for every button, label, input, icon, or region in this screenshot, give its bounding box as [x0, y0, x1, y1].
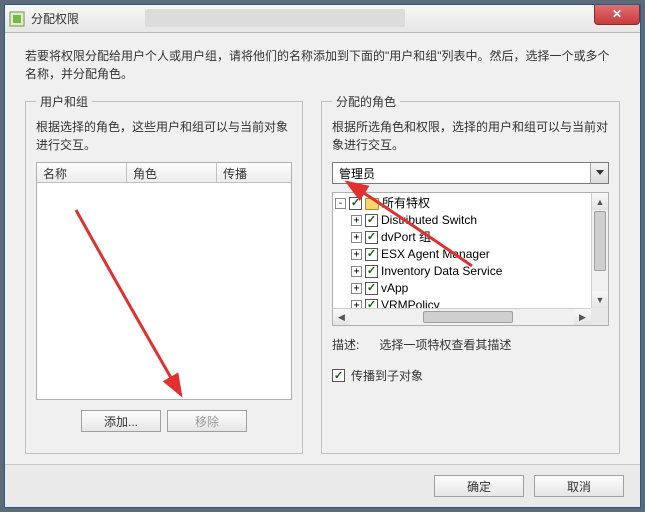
description-value: 选择一项特权查看其描述: [379, 336, 511, 353]
propagate-label: 传播到子对象: [351, 367, 423, 384]
expand-icon[interactable]: +: [351, 215, 362, 226]
privileges-tree[interactable]: - 所有特权 + Distributed Switch + dvPort 组 + ES…: [332, 192, 609, 326]
checkbox[interactable]: [365, 214, 378, 227]
checkbox[interactable]: [365, 265, 378, 278]
tree-item-label: Distributed Switch: [381, 212, 477, 229]
users-groups-legend: 用户和组: [36, 93, 92, 110]
tree-content: - 所有特权 + Distributed Switch + dvPort 组 + ES…: [333, 193, 608, 326]
expand-icon[interactable]: +: [351, 232, 362, 243]
add-button[interactable]: 添加...: [81, 410, 161, 432]
column-role[interactable]: 角色: [127, 163, 217, 182]
scroll-up-icon[interactable]: ▲: [592, 193, 608, 210]
privilege-description-row: 描述: 选择一项特权查看其描述: [332, 336, 609, 353]
assigned-role-legend: 分配的角色: [332, 93, 400, 110]
cancel-button[interactable]: 取消: [534, 475, 624, 497]
column-name[interactable]: 名称: [37, 163, 127, 182]
scroll-down-icon[interactable]: ▼: [592, 291, 608, 308]
tree-item[interactable]: + Inventory Data Service: [351, 263, 606, 280]
assigned-role-panel: 分配的角色 根据所选角色和权限，选择的用户和组可以与当前对象进行交互。 管理员 …: [321, 93, 620, 454]
checkbox[interactable]: [349, 197, 362, 210]
description-label: 描述:: [332, 336, 359, 353]
collapse-icon[interactable]: -: [335, 198, 346, 209]
tree-item-label: Inventory Data Service: [381, 263, 502, 280]
assign-permission-dialog: 分配权限 ✕ 若要将权限分配给用户个人或用户组，请将他们的名称添加到下面的"用户…: [4, 4, 641, 508]
scroll-corner: [591, 308, 608, 325]
dialog-footer: 确定 取消: [5, 464, 640, 507]
table-header: 名称 角色 传播: [37, 163, 291, 183]
folder-icon: [365, 198, 379, 210]
role-dropdown-value: 管理员: [333, 163, 590, 183]
scroll-right-icon[interactable]: ▶: [574, 309, 591, 325]
propagate-checkbox[interactable]: [332, 369, 345, 382]
checkbox[interactable]: [365, 248, 378, 261]
panels: 用户和组 根据选择的角色，这些用户和组可以与当前对象进行交互。 名称 角色 传播…: [25, 93, 620, 454]
titlebar[interactable]: 分配权限 ✕: [5, 5, 640, 33]
users-groups-desc: 根据选择的角色，这些用户和组可以与当前对象进行交互。: [36, 118, 292, 154]
dialog-body: 若要将权限分配给用户个人或用户组，请将他们的名称添加到下面的"用户和组"列表中。…: [5, 33, 640, 464]
tree-item[interactable]: + Distributed Switch: [351, 212, 606, 229]
tree-item-label: dvPort 组: [381, 229, 431, 246]
tree-root-row[interactable]: - 所有特权: [335, 195, 606, 212]
users-groups-buttons: 添加... 移除: [36, 410, 292, 432]
expand-icon[interactable]: +: [351, 283, 362, 294]
scroll-thumb[interactable]: [594, 211, 606, 271]
expand-icon[interactable]: +: [351, 266, 362, 277]
tree-item[interactable]: + vApp: [351, 280, 606, 297]
scroll-left-icon[interactable]: ◀: [333, 309, 350, 325]
close-button[interactable]: ✕: [594, 5, 640, 25]
scroll-thumb[interactable]: [423, 311, 513, 323]
remove-button: 移除: [167, 410, 247, 432]
users-groups-table[interactable]: 名称 角色 传播: [36, 162, 292, 400]
column-propagate[interactable]: 传播: [217, 163, 291, 182]
intro-text: 若要将权限分配给用户个人或用户组，请将他们的名称添加到下面的"用户和组"列表中。…: [25, 47, 620, 83]
vertical-scrollbar[interactable]: ▲ ▼: [591, 193, 608, 308]
ok-button[interactable]: 确定: [434, 475, 524, 497]
tree-item-label: vApp: [381, 280, 408, 297]
tree-item[interactable]: + dvPort 组: [351, 229, 606, 246]
tree-item-label: ESX Agent Manager: [381, 246, 490, 263]
chevron-down-icon[interactable]: [590, 163, 608, 183]
window-subtitle-blurred: [145, 9, 405, 27]
horizontal-scrollbar[interactable]: ◀ ▶: [333, 308, 591, 325]
tree-item[interactable]: + ESX Agent Manager: [351, 246, 606, 263]
role-dropdown[interactable]: 管理员: [332, 162, 609, 184]
checkbox[interactable]: [365, 231, 378, 244]
expand-icon[interactable]: +: [351, 249, 362, 260]
checkbox[interactable]: [365, 282, 378, 295]
assigned-role-desc: 根据所选角色和权限，选择的用户和组可以与当前对象进行交互。: [332, 118, 609, 154]
users-groups-panel: 用户和组 根据选择的角色，这些用户和组可以与当前对象进行交互。 名称 角色 传播…: [25, 93, 303, 454]
window-title: 分配权限: [31, 10, 79, 27]
app-icon: [9, 11, 25, 27]
propagate-row: 传播到子对象: [332, 367, 609, 384]
tree-root-label: 所有特权: [382, 195, 430, 212]
